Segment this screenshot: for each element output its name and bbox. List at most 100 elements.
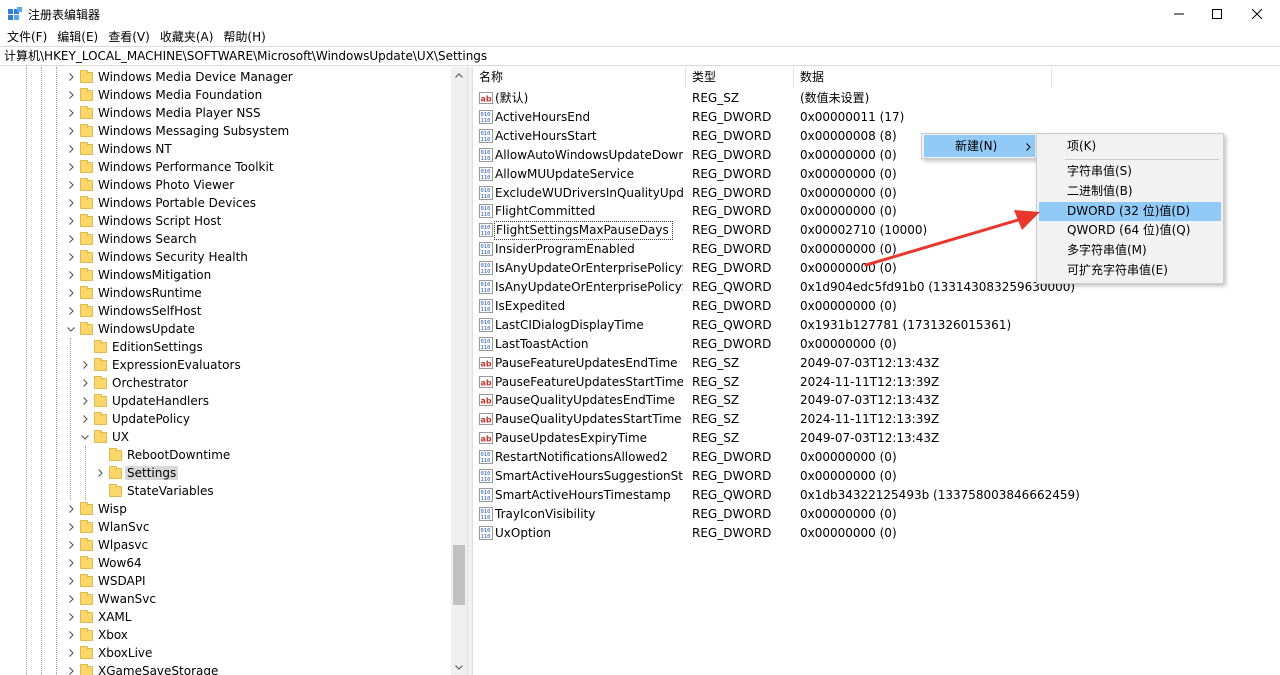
chevron-right-icon[interactable] bbox=[66, 266, 76, 284]
chevron-right-icon[interactable] bbox=[66, 230, 76, 248]
close-button[interactable] bbox=[1234, 0, 1280, 28]
chevron-right-icon[interactable] bbox=[66, 104, 76, 122]
chevron-right-icon[interactable] bbox=[66, 554, 76, 572]
chevron-right-icon[interactable] bbox=[66, 626, 76, 644]
tree-item[interactable]: RebootDowntime bbox=[95, 446, 230, 464]
scroll-thumb[interactable] bbox=[453, 545, 465, 605]
tree-item[interactable]: Wow64 bbox=[66, 554, 142, 572]
menu-file[interactable]: 文件(F) bbox=[2, 28, 52, 46]
value-row[interactable]: 010 110 ActiveHoursEnd REG_DWORD 0x00000011 … bbox=[473, 108, 1280, 127]
tree-item[interactable]: WindowsMitigation bbox=[66, 266, 211, 284]
tree-item[interactable]: Windows Media Foundation bbox=[66, 86, 262, 104]
menu-view[interactable]: 查看(V) bbox=[103, 28, 155, 46]
context-menu-new[interactable]: 新建(N) bbox=[924, 135, 1035, 157]
tree-item[interactable]: UpdateHandlers bbox=[80, 392, 209, 410]
value-row[interactable]: 010 110 LastToastAction REG_DWORD 0x00000000… bbox=[473, 335, 1280, 354]
chevron-right-icon[interactable] bbox=[80, 410, 90, 428]
chevron-right-icon[interactable] bbox=[66, 86, 76, 104]
scroll-down-button[interactable] bbox=[451, 659, 467, 675]
chevron-right-icon[interactable] bbox=[66, 662, 76, 675]
tree-item[interactable]: Windows Media Device Manager bbox=[66, 68, 293, 86]
value-row[interactable]: ab PauseFeatureUpdatesEndTime REG_SZ 2049-0… bbox=[473, 354, 1280, 373]
chevron-right-icon[interactable] bbox=[80, 374, 90, 392]
value-row[interactable]: 010 110 LastCIDialogDisplayTime REG_QWORD 0x… bbox=[473, 316, 1280, 335]
tree-item[interactable]: Windows NT bbox=[66, 140, 172, 158]
tree-item[interactable]: WlanSvc bbox=[66, 518, 149, 536]
column-header-type[interactable]: 类型 bbox=[686, 67, 794, 88]
chevron-right-icon[interactable] bbox=[95, 464, 105, 482]
submenu-item[interactable]: 二进制值(B) bbox=[1039, 182, 1221, 202]
column-header-data[interactable]: 数据 bbox=[794, 67, 1052, 88]
tree-item[interactable]: Windows Portable Devices bbox=[66, 194, 256, 212]
submenu-item[interactable]: 多字符串值(M) bbox=[1039, 241, 1221, 261]
chevron-down-icon[interactable] bbox=[80, 428, 90, 446]
tree-item[interactable]: ExpressionEvaluators bbox=[80, 356, 241, 374]
tree-item[interactable]: WwanSvc bbox=[66, 590, 156, 608]
submenu-item[interactable]: 字符串值(S) bbox=[1039, 162, 1221, 182]
tree-scrollbar[interactable] bbox=[451, 67, 467, 675]
chevron-right-icon[interactable] bbox=[66, 140, 76, 158]
column-header-name[interactable]: 名称 bbox=[473, 67, 686, 88]
tree-item[interactable]: Orchestrator bbox=[80, 374, 188, 392]
tree-item[interactable]: WindowsSelfHost bbox=[66, 302, 201, 320]
tree-item[interactable]: Windows Script Host bbox=[66, 212, 221, 230]
value-row[interactable]: 010 110 SmartActiveHoursSuggestionState REG… bbox=[473, 467, 1280, 486]
menu-help[interactable]: 帮助(H) bbox=[218, 28, 270, 46]
tree-item[interactable]: WindowsRuntime bbox=[66, 284, 202, 302]
tree-item[interactable]: Windows Security Health bbox=[66, 248, 248, 266]
tree-item[interactable]: UX bbox=[80, 428, 129, 446]
chevron-right-icon[interactable] bbox=[66, 500, 76, 518]
submenu-item[interactable]: QWORD (64 位)值(Q) bbox=[1039, 221, 1221, 241]
scroll-up-button[interactable] bbox=[451, 67, 467, 83]
value-row[interactable]: 010 110 RestartNotificationsAllowed2 REG_DW… bbox=[473, 448, 1280, 467]
value-row[interactable]: ab PauseQualityUpdatesEndTime REG_SZ 2049-0… bbox=[473, 391, 1280, 410]
tree-item[interactable]: Windows Photo Viewer bbox=[66, 176, 234, 194]
address-bar[interactable]: 计算机\HKEY_LOCAL_MACHINE\SOFTWARE\Microsof… bbox=[0, 46, 1280, 66]
tree-item[interactable]: Xbox bbox=[66, 626, 128, 644]
chevron-right-icon[interactable] bbox=[66, 608, 76, 626]
value-row[interactable]: 010 110 IsExpedited REG_DWORD 0x00000000 (0) bbox=[473, 297, 1280, 316]
tree-item[interactable]: Settings bbox=[95, 464, 179, 482]
submenu-item[interactable]: 项(K) bbox=[1039, 135, 1221, 157]
tree-item[interactable]: WindowsUpdate bbox=[66, 320, 195, 338]
chevron-right-icon[interactable] bbox=[80, 356, 90, 374]
chevron-right-icon[interactable] bbox=[66, 68, 76, 86]
value-row[interactable]: ab PauseQualityUpdatesStartTime REG_SZ 2024… bbox=[473, 410, 1280, 429]
tree-item[interactable]: XGameSaveStorage bbox=[66, 662, 218, 675]
chevron-right-icon[interactable] bbox=[80, 392, 90, 410]
chevron-right-icon[interactable] bbox=[66, 536, 76, 554]
chevron-right-icon[interactable] bbox=[66, 590, 76, 608]
tree-item[interactable]: Wlpasvc bbox=[66, 536, 148, 554]
chevron-right-icon[interactable] bbox=[66, 284, 76, 302]
tree-item[interactable]: StateVariables bbox=[95, 482, 214, 500]
chevron-right-icon[interactable] bbox=[66, 212, 76, 230]
chevron-right-icon[interactable] bbox=[66, 302, 76, 320]
value-row[interactable]: 010 110 SmartActiveHoursTimestamp REG_QWORD… bbox=[473, 486, 1280, 505]
tree-item[interactable]: EditionSettings bbox=[80, 338, 203, 356]
tree-item[interactable]: Wisp bbox=[66, 500, 127, 518]
chevron-right-icon[interactable] bbox=[66, 572, 76, 590]
chevron-right-icon[interactable] bbox=[66, 194, 76, 212]
chevron-down-icon[interactable] bbox=[66, 320, 76, 338]
submenu-item[interactable]: 可扩充字符串值(E) bbox=[1039, 261, 1221, 281]
chevron-right-icon[interactable] bbox=[66, 248, 76, 266]
tree-item[interactable]: Windows Messaging Subsystem bbox=[66, 122, 289, 140]
chevron-right-icon[interactable] bbox=[66, 518, 76, 536]
menu-edit[interactable]: 编辑(E) bbox=[52, 28, 103, 46]
tree-item[interactable]: UpdatePolicy bbox=[80, 410, 190, 428]
tree-item[interactable]: Windows Search bbox=[66, 230, 197, 248]
chevron-right-icon[interactable] bbox=[66, 158, 76, 176]
tree-item[interactable]: XboxLive bbox=[66, 644, 152, 662]
tree-item[interactable]: Windows Media Player NSS bbox=[66, 104, 261, 122]
value-row[interactable]: 010 110 TrayIconVisibility REG_DWORD 0x00000… bbox=[473, 505, 1280, 524]
tree-item[interactable]: WSDAPI bbox=[66, 572, 146, 590]
chevron-right-icon[interactable] bbox=[66, 176, 76, 194]
value-row[interactable]: 010 110 UxOption REG_DWORD 0x00000000 (0) bbox=[473, 524, 1280, 543]
value-row[interactable]: ab PauseUpdatesExpiryTime REG_SZ 2049-07-03… bbox=[473, 429, 1280, 448]
tree-item[interactable]: Windows Performance Toolkit bbox=[66, 158, 274, 176]
value-row[interactable]: ab PauseFeatureUpdatesStartTime REG_SZ 2024… bbox=[473, 373, 1280, 392]
chevron-right-icon[interactable] bbox=[66, 122, 76, 140]
menu-favorites[interactable]: 收藏夹(A) bbox=[155, 28, 219, 46]
chevron-right-icon[interactable] bbox=[66, 644, 76, 662]
value-row[interactable]: ab (默认) REG_SZ (数值未设置) bbox=[473, 89, 1280, 108]
